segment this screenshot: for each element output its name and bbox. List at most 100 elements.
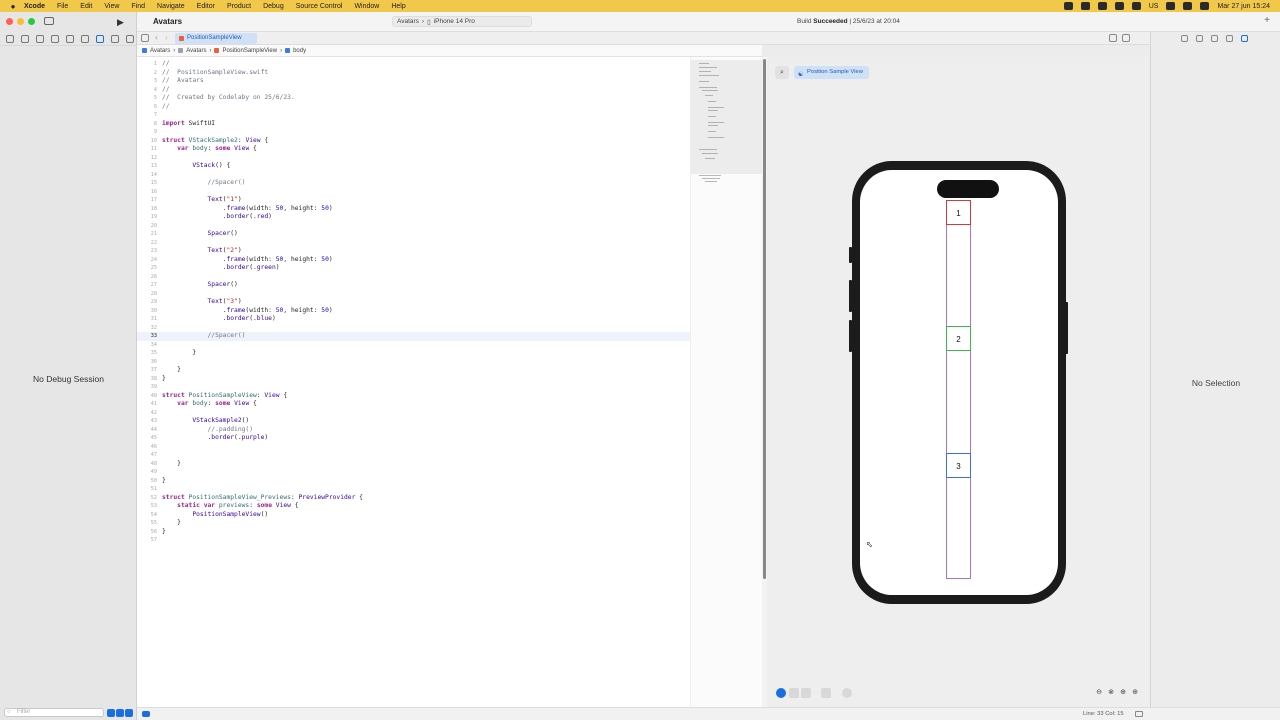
menu-app-name[interactable]: Xcode — [18, 3, 51, 10]
find-icon[interactable] — [51, 34, 59, 43]
add-icon[interactable]: + — [1264, 15, 1270, 26]
editor-status-bar: Line: 33 Col: 15 — [137, 707, 1280, 720]
minimap-line — [705, 181, 717, 182]
folder-icon[interactable] — [6, 34, 14, 43]
menu-window[interactable]: Window — [348, 3, 385, 10]
editor-options-icon[interactable] — [1109, 34, 1117, 42]
code-line: } — [162, 519, 181, 526]
minimap-viewport[interactable] — [691, 60, 763, 174]
symbol-icon[interactable] — [36, 34, 44, 43]
line-number: 14 — [150, 172, 157, 178]
filter-option-icon[interactable] — [116, 709, 124, 717]
breadcrumb-item[interactable]: PositionSampleView — [222, 48, 277, 54]
inspector-toolbar — [1181, 35, 1248, 42]
breadcrumb-item[interactable]: Avatars — [186, 48, 206, 54]
scrollbar-thumb[interactable] — [763, 59, 766, 579]
breadcrumb-item[interactable]: body — [293, 48, 306, 54]
camera-icon[interactable] — [1063, 2, 1073, 10]
help-icon[interactable] — [1211, 35, 1218, 42]
breadcrumb: Avatars › Avatars › PositionSampleView ›… — [137, 45, 762, 57]
line-number: 16 — [150, 189, 157, 195]
menu-editor[interactable]: Editor — [191, 3, 221, 10]
folder-icon — [178, 48, 184, 53]
run-icon[interactable]: ▶ — [117, 17, 124, 28]
split-editor-icon[interactable] — [1122, 34, 1130, 42]
breakpoint-icon[interactable] — [111, 34, 119, 43]
filter-option-icon[interactable] — [125, 709, 133, 717]
source-control-icon[interactable] — [21, 34, 29, 43]
report-icon[interactable] — [126, 34, 134, 43]
zoom-to-fit-icon[interactable]: ⊗ — [1106, 688, 1116, 698]
clock[interactable]: Mar 27 jun 15:24 — [1217, 3, 1270, 10]
mouse-pointer-icon: ⬁ — [866, 540, 873, 549]
test-icon[interactable] — [81, 34, 89, 43]
search-icon[interactable] — [1183, 2, 1193, 10]
forward-icon[interactable]: › — [165, 33, 168, 42]
history-icon[interactable] — [1196, 35, 1203, 42]
debug-navigator-icon[interactable] — [96, 34, 104, 43]
variants-icon[interactable] — [801, 688, 811, 698]
control-center-icon[interactable] — [1200, 2, 1210, 10]
menu-file[interactable]: File — [51, 3, 74, 10]
line-number: 34 — [150, 342, 157, 348]
selectable-icon[interactable] — [789, 688, 799, 698]
tab-position-sample-view[interactable]: PositionSampleView — [175, 33, 257, 44]
line-number: 41 — [150, 401, 157, 407]
menu-product[interactable]: Product — [221, 3, 257, 10]
zoom-actual-size-icon[interactable]: ⊕ — [1118, 688, 1128, 698]
device-rotate-icon[interactable] — [842, 688, 852, 698]
live-preview-icon[interactable] — [776, 688, 786, 698]
breadcrumb-item[interactable]: Avatars — [150, 48, 170, 54]
filter-input[interactable]: ○ Filter — [4, 708, 104, 717]
pin-icon[interactable]: ⌕ — [775, 66, 789, 79]
device-screen[interactable]: 1 2 3 — [860, 170, 1058, 595]
menu-debug[interactable]: Debug — [257, 3, 290, 10]
pen-icon[interactable] — [1080, 2, 1090, 10]
menu-source-control[interactable]: Source Control — [290, 3, 349, 10]
zoom-in-icon[interactable]: ⊕ — [1130, 688, 1140, 698]
display-icon[interactable] — [1114, 2, 1124, 10]
issue-icon[interactable] — [66, 34, 74, 43]
filter-option-icon[interactable] — [107, 709, 115, 717]
chevron-right-icon: › — [173, 47, 176, 54]
battery-icon[interactable] — [1131, 2, 1141, 10]
chevron-right-icon: › — [280, 47, 283, 54]
line-number: 17 — [150, 197, 157, 203]
line-number: 23 — [150, 248, 157, 254]
menu-navigate[interactable]: Navigate — [151, 3, 191, 10]
attributes-icon[interactable] — [1241, 35, 1248, 42]
source-editor[interactable]: 1 2 3 4 5 6 7 8 9 10 11 12 13 14 15 16 17 18 19 20 21 22 23 24 2… — [137, 57, 690, 707]
menu-find[interactable]: Find — [125, 3, 151, 10]
scheme-selector[interactable]: Avatars › ▯ iPhone 14 Pro — [392, 16, 532, 27]
show-debug-area-icon[interactable] — [1135, 711, 1143, 717]
code-line: // — [162, 103, 170, 110]
zoom-window-button[interactable] — [28, 18, 35, 25]
menu-view[interactable]: View — [98, 3, 125, 10]
line-number: 49 — [150, 469, 157, 475]
sidebar-toggle-icon[interactable] — [44, 17, 54, 25]
preview-selector[interactable]: ☯ Position Sample View — [794, 66, 869, 79]
device-settings-icon[interactable] — [821, 688, 831, 698]
line-number: 1 — [153, 61, 157, 67]
cursor-position: Line: 33 Col: 15 — [1083, 711, 1124, 717]
code-line: //Spacer() — [207, 179, 246, 186]
wifi-icon[interactable] — [1166, 2, 1176, 10]
identity-icon[interactable] — [1226, 35, 1233, 42]
record-icon[interactable] — [1097, 2, 1107, 10]
related-items-icon[interactable] — [141, 34, 149, 42]
apple-icon[interactable]: ● — [8, 2, 18, 11]
preview-canvas[interactable]: ⌕ ☯ Position Sample View 1 2 3 — [767, 57, 1150, 707]
input-source-indicator[interactable]: US — [1149, 3, 1159, 10]
zoom-out-icon[interactable]: ⊖ — [1094, 688, 1104, 698]
debug-area-toggle-icon[interactable] — [142, 711, 150, 717]
code-line: .border(.purple) — [162, 434, 269, 441]
file-inspector-icon[interactable] — [1181, 35, 1188, 42]
minimap[interactable] — [690, 57, 763, 707]
menu-help[interactable]: Help — [385, 3, 411, 10]
line-number: 37 — [150, 367, 157, 373]
menu-edit[interactable]: Edit — [74, 3, 98, 10]
close-window-button[interactable] — [6, 18, 13, 25]
code-line: struct PositionSampleView: View { — [162, 392, 288, 399]
back-icon[interactable]: ‹ — [155, 33, 158, 42]
minimize-window-button[interactable] — [17, 18, 24, 25]
